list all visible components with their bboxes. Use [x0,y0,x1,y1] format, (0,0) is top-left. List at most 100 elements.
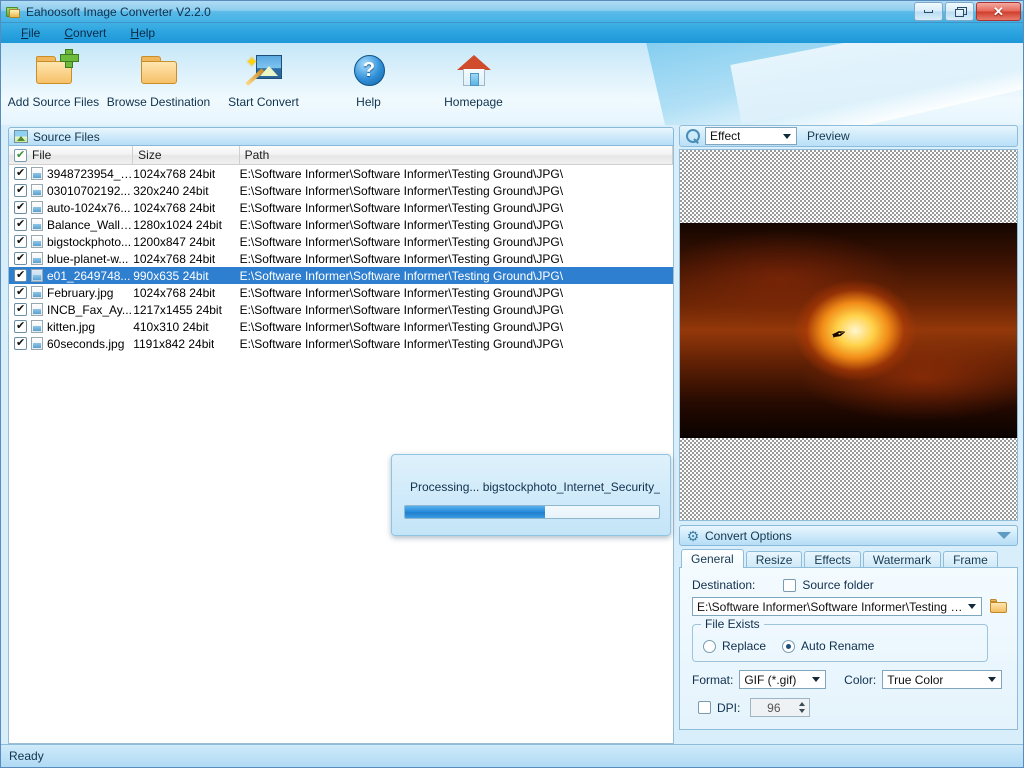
table-row[interactable]: 3948723954_f...1024x768 24bit E:\Software… [9,165,673,182]
minimize-icon [924,10,933,13]
cell-size: 1217x1455 24bit [133,303,239,317]
row-checkbox[interactable] [14,303,27,316]
source-folder-checkbox[interactable] [783,578,797,592]
preview-canvas[interactable] [679,149,1018,521]
cell-size: 1024x768 24bit [133,252,239,266]
list-column-headers: File Size Path [9,146,673,165]
effect-select[interactable]: Effect [705,127,797,145]
cell-file: 60seconds.jpg [9,337,133,351]
close-button[interactable]: ✕ [976,2,1021,21]
destination-row: Destination: Source folder [692,578,874,592]
file-path: E:\Software Informer\Software Informer\T… [239,251,564,266]
cell-path: E:\Software Informer\Software Informer\T… [240,320,673,334]
tab-frame-label: Frame [953,553,988,567]
table-row[interactable]: 03010702192...320x240 24bit E:\Software I… [9,182,673,199]
file-name: e01_2649748... [47,268,131,283]
tab-frame[interactable]: Frame [943,551,998,568]
table-row[interactable]: kitten.jpg 410x310 24bit E:\Software Infor… [9,318,673,335]
file-path: E:\Software Informer\Software Informer\T… [239,302,564,317]
stepper-up-icon[interactable] [796,700,808,708]
destination-input[interactable]: E:\Software Informer\Software Informer\T… [692,597,982,616]
image-file-icon [31,167,43,180]
menu-item-file[interactable]: File [9,24,52,42]
processing-message: Processing... bigstockphoto_Internet_Sec… [410,480,660,494]
source-files-panel: Source Files File Size Path 3948723954_f… [8,127,674,744]
chevron-down-icon[interactable] [997,532,1011,539]
replace-radio[interactable] [703,639,716,653]
menu-item-help[interactable]: Help [118,24,167,42]
file-size: 1200x847 24bit [133,234,216,249]
source-files-list[interactable]: File Size Path 3948723954_f...1024x768 2… [8,146,674,744]
minimize-button[interactable] [914,2,943,21]
convert-options-title: Convert Options [705,528,792,543]
maximize-button[interactable] [945,2,974,21]
chevron-down-icon [965,599,979,615]
browse-destination-button[interactable]: Browse Destination [106,43,211,109]
tab-watermark[interactable]: Watermark [862,551,942,568]
row-checkbox[interactable] [14,218,27,231]
table-row[interactable]: blue-planet-w... 1024x768 24bit E:\Softwar… [9,250,673,267]
image-file-icon [31,235,43,248]
row-checkbox[interactable] [14,337,27,350]
stepper-down-icon[interactable] [796,708,808,716]
table-row[interactable]: bigstockphoto...1200x847 24bit E:\Softwar… [9,233,673,250]
row-checkbox[interactable] [14,201,27,214]
format-select[interactable]: GIF (*.gif) [739,670,827,689]
column-header-size[interactable]: Size [133,146,240,165]
cell-file: e01_2649748... [9,269,133,283]
row-checkbox[interactable] [14,286,27,299]
homepage-button[interactable]: Homepage [421,43,526,109]
color-select[interactable]: True Color [882,670,1002,689]
file-path: E:\Software Informer\Software Informer\T… [239,166,564,181]
row-checkbox[interactable] [14,167,27,180]
source-files-title: Source Files [33,129,100,144]
convert-options-header[interactable]: ⚙ Convert Options [679,525,1018,546]
source-files-header: Source Files [8,127,674,146]
folder-icon [137,51,181,91]
maximize-icon [954,7,967,17]
table-row[interactable]: Balance_Wallp...1280x1024 24bit E:\Softwa… [9,216,673,233]
cell-path: E:\Software Informer\Software Informer\T… [240,269,673,283]
browse-folder-button[interactable] [988,596,1008,615]
row-checkbox[interactable] [14,269,27,282]
application-window: Eahoosoft Image Converter V2.2.0 ✕ File … [0,0,1024,768]
start-convert-button[interactable]: ✦ Start Convert [211,43,316,109]
table-row[interactable]: auto-1024x76...1024x768 24bit E:\Software… [9,199,673,216]
column-header-file[interactable]: File [9,146,134,165]
table-row[interactable]: February.jpg 1024x768 24bit E:\Software In… [9,284,673,301]
preview-label: Preview [807,129,850,143]
row-checkbox[interactable] [14,184,27,197]
start-convert-label: Start Convert [228,95,299,109]
source-folder-label: Source folder [802,578,874,592]
menu-item-convert[interactable]: Convert [52,24,118,42]
add-source-files-button[interactable]: Add Source Files [1,43,106,109]
stepper-buttons[interactable] [796,700,808,715]
file-path: E:\Software Informer\Software Informer\T… [239,200,564,215]
table-row[interactable]: INCB_Fax_Ay...1217x1455 24bit E:\Software… [9,301,673,318]
cell-size: 410x310 24bit [133,320,239,334]
cell-path: E:\Software Informer\Software Informer\T… [240,252,673,266]
row-checkbox[interactable] [14,320,27,333]
tab-general[interactable]: General [681,549,744,568]
cell-path: E:\Software Informer\Software Informer\T… [240,337,673,351]
row-checkbox[interactable] [14,235,27,248]
tab-resize[interactable]: Resize [745,551,803,568]
file-path: E:\Software Informer\Software Informer\T… [239,336,564,351]
file-name: 3948723954_f... [47,166,134,181]
column-header-path[interactable]: Path [239,146,673,165]
table-row[interactable]: e01_2649748...990x635 24bit E:\Software I… [9,267,673,284]
column-header-path-label: Path [244,148,270,162]
file-path: E:\Software Informer\Software Informer\T… [239,268,564,283]
cell-path: E:\Software Informer\Software Informer\T… [240,201,673,215]
select-all-checkbox[interactable] [14,148,27,162]
format-row: Format: GIF (*.gif) Color: True Color [692,670,1002,689]
auto-rename-radio[interactable] [782,639,796,653]
row-checkbox[interactable] [14,252,27,265]
file-name: kitten.jpg [47,319,96,334]
tab-effects[interactable]: Effects [804,551,861,568]
dpi-checkbox[interactable] [698,701,711,714]
bird-silhouette-icon [832,326,858,340]
help-button[interactable]: ? Help [316,43,421,109]
dpi-stepper[interactable]: 96 [750,698,811,717]
table-row[interactable]: 60seconds.jpg 1191x842 24bit E:\Software I… [9,335,673,352]
